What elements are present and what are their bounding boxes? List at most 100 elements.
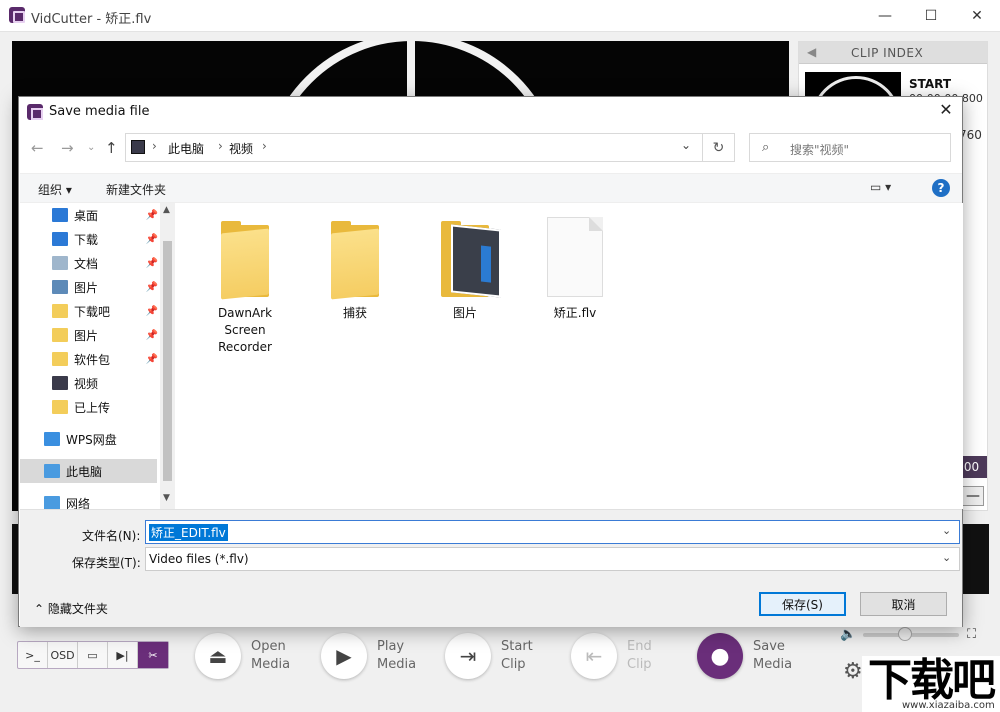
nav-item[interactable]: 视频 — [20, 371, 160, 395]
nav-item[interactable]: 已上传 — [20, 395, 160, 419]
nav-item-label: 文档 — [74, 255, 98, 272]
scrollbar-thumb[interactable] — [163, 241, 172, 481]
nav-item[interactable]: 下载吧📌 — [20, 299, 160, 323]
maximize-button[interactable]: ☐ — [908, 0, 954, 32]
cut-mode-button[interactable]: ✂ — [138, 642, 168, 668]
clip-index-header[interactable]: ◀ CLIP INDEX — [799, 42, 987, 64]
nav-item[interactable]: 图片 📌 — [20, 323, 160, 347]
save-media-button[interactable]: ● SaveMedia — [697, 633, 793, 679]
minimize-button[interactable]: — — [862, 0, 908, 32]
nav-item-label: 软件包 — [74, 351, 110, 368]
chevron-right-icon[interactable]: › — [262, 139, 267, 153]
folder-icon — [52, 352, 68, 366]
filename-dropdown-icon[interactable]: ⌄ — [942, 524, 951, 537]
volume-icon[interactable]: 🔈 — [840, 627, 856, 642]
open-media-button[interactable]: ⏏ OpenMedia — [195, 633, 291, 679]
pin-icon[interactable]: 📌 — [146, 354, 158, 365]
play-media-button[interactable]: ▶ PlayMedia — [321, 633, 417, 679]
dialog-close-button[interactable]: ✕ — [931, 100, 961, 119]
chevron-right-icon[interactable]: › — [152, 139, 157, 153]
fullscreen-icon[interactable]: ⛶ — [967, 627, 976, 642]
settings-gear-icon[interactable]: ⚙ — [843, 659, 863, 684]
cancel-button[interactable]: 取消 — [860, 592, 947, 616]
start-clip-button[interactable]: ⇥ StartClip — [445, 633, 541, 679]
pin-icon[interactable]: 📌 — [146, 210, 158, 221]
new-folder-button[interactable]: 新建文件夹 — [106, 181, 166, 198]
breadcrumb-this-pc[interactable]: 此电脑 — [168, 140, 204, 157]
pin-icon[interactable]: 📌 — [146, 282, 158, 293]
pin-icon[interactable]: 📌 — [146, 234, 158, 245]
start-clip-icon[interactable]: ⇥ — [445, 633, 491, 679]
scroll-down-arrow-icon[interactable]: ▼ — [163, 493, 170, 503]
nav-item-label: 桌面 — [74, 207, 98, 224]
scroll-up-arrow-icon[interactable]: ▲ — [163, 205, 170, 215]
filename-value[interactable]: 矫正_EDIT.flv — [149, 524, 228, 541]
file-item-capture-folder[interactable]: 捕获 — [310, 217, 400, 322]
refresh-icon[interactable]: ↻ — [703, 133, 735, 162]
volume-slider-thumb[interactable] — [898, 627, 912, 641]
eject-icon[interactable]: ⏏ — [195, 633, 241, 679]
pin-icon[interactable]: 📌 — [146, 258, 158, 269]
end-clip-button[interactable]: ⇤ EndClip — [571, 633, 667, 679]
pin-icon[interactable]: 📌 — [146, 330, 158, 341]
nav-item-label: 已上传 — [74, 399, 110, 416]
file-item-label: 矫正.flv — [554, 305, 596, 322]
recent-locations-chevron-icon[interactable]: ⌄ — [87, 142, 95, 153]
watermark-text: 下载吧 — [868, 656, 994, 706]
save-record-icon[interactable]: ● — [697, 633, 743, 679]
view-options-button[interactable]: ▭ ▾ — [870, 180, 891, 194]
pin-icon[interactable]: 📌 — [146, 306, 158, 317]
address-dropdown-icon[interactable]: ⌄ — [681, 138, 691, 152]
nav-item[interactable]: 此电脑 — [20, 459, 157, 483]
osd-toggle-button[interactable]: OSD — [48, 642, 78, 668]
play-media-label-2: Media — [377, 656, 417, 674]
hide-folders-toggle[interactable]: ⌃ 隐藏文件夹 — [34, 600, 108, 617]
nav-item[interactable]: 图片📌 — [20, 275, 160, 299]
nav-item[interactable]: 软件包 📌 — [20, 347, 160, 371]
save-button[interactable]: 保存(S) — [759, 592, 846, 616]
nav-scrollbar[interactable]: ▲ ▼ — [160, 203, 175, 509]
close-button[interactable]: ✕ — [954, 0, 1000, 32]
file-list-pane: DawnArk Screen Recorder 捕获 图片 矫正.flv — [177, 203, 963, 509]
filename-label: 文件名(N): — [82, 527, 140, 544]
address-bar[interactable]: › 此电脑 › 视频 › ⌄ — [125, 133, 703, 162]
nav-item[interactable]: WPS网盘 — [20, 427, 160, 451]
nav-item[interactable]: 下载📌 — [20, 227, 160, 251]
up-arrow-icon[interactable]: ↑ — [105, 139, 118, 157]
file-item-label: DawnArk Screen Recorder — [210, 305, 280, 356]
nav-item[interactable]: 桌面 📌 — [20, 203, 160, 227]
collapse-arrow-icon[interactable]: ◀ — [807, 45, 817, 59]
folder-icon — [217, 217, 273, 297]
end-clip-icon[interactable]: ⇤ — [571, 633, 617, 679]
chevron-right-icon[interactable]: › — [218, 139, 223, 153]
dialog-footer: 文件名(N): 矫正_EDIT.flv ⌄ 保存类型(T): Video fil… — [20, 509, 962, 627]
filetype-select[interactable]: Video files (*.flv) ⌄ — [145, 547, 960, 571]
breadcrumb-videos[interactable]: 视频 — [229, 140, 253, 157]
console-toggle-button[interactable]: >_ — [18, 642, 48, 668]
forward-arrow-icon[interactable]: → — [61, 139, 74, 157]
help-icon[interactable]: ? — [932, 179, 950, 197]
play-icon[interactable]: ▶ — [321, 633, 367, 679]
app-logo-icon — [9, 7, 25, 23]
thumbnails-toggle-button[interactable]: ▭ — [78, 642, 108, 668]
back-arrow-icon[interactable]: ← — [31, 139, 44, 157]
computer-icon — [44, 464, 60, 478]
file-item-dawnark-folder[interactable]: DawnArk Screen Recorder — [200, 217, 290, 356]
start-clip-label-2: Clip — [501, 656, 541, 674]
search-box[interactable]: ⌕ 搜索"视频" — [749, 133, 951, 162]
organize-menu-button[interactable]: 组织 ▾ — [38, 181, 72, 198]
file-item-label: 图片 — [453, 305, 477, 322]
open-media-label-2: Media — [251, 656, 291, 674]
nav-item-label: WPS网盘 — [66, 431, 117, 448]
nav-item[interactable]: 文档 📌 — [20, 251, 160, 275]
nav-item-label: 图片 — [74, 327, 98, 344]
mode-toolbar: >_ OSD ▭ ▶| ✂ — [17, 641, 169, 669]
filetype-dropdown-icon[interactable]: ⌄ — [942, 551, 951, 564]
save-media-dialog: Save media file ✕ ← → ⌄ ↑ › 此电脑 › 视频 › ⌄… — [18, 96, 963, 627]
filename-input[interactable]: 矫正_EDIT.flv ⌄ — [145, 520, 960, 544]
file-item-flv-file[interactable]: 矫正.flv — [530, 217, 620, 322]
remove-clip-button[interactable]: — — [962, 486, 984, 506]
file-item-pictures-folder[interactable]: 图片 — [420, 217, 510, 322]
skip-toggle-button[interactable]: ▶| — [108, 642, 138, 668]
folder-icon — [52, 328, 68, 342]
